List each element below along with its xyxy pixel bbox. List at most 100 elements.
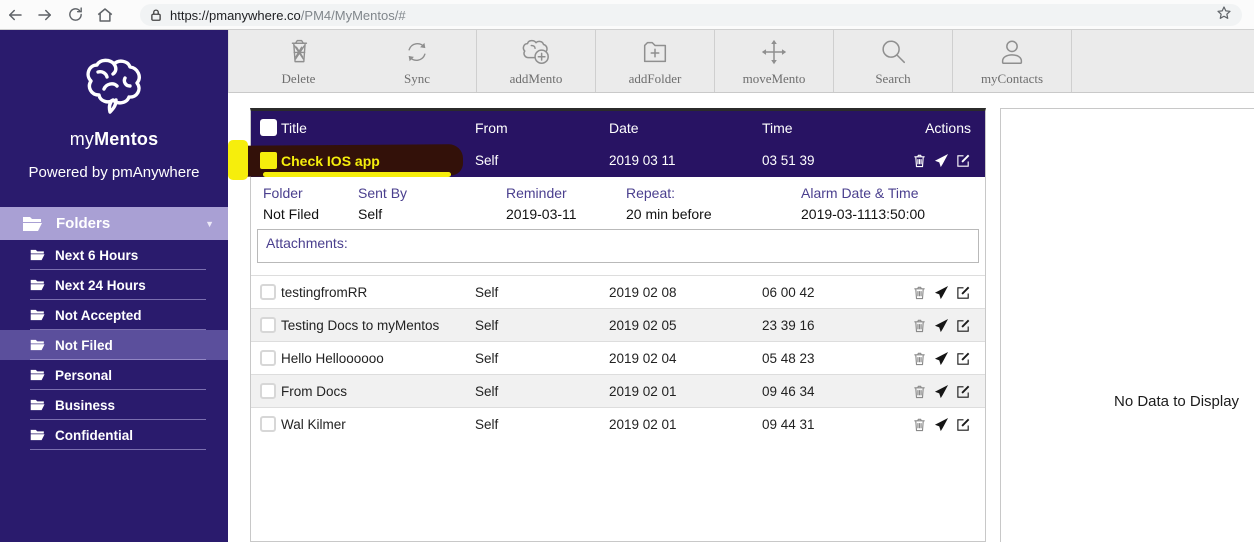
- column-header-from[interactable]: From: [475, 120, 609, 136]
- content-background: [228, 93, 1254, 108]
- my-contacts-button[interactable]: myContacts: [953, 30, 1072, 92]
- sidebar-item-confidential[interactable]: Confidential: [0, 420, 228, 450]
- delete-row-icon[interactable]: [912, 351, 927, 366]
- row-checkbox[interactable]: [260, 383, 276, 399]
- delete-button[interactable]: Delete: [239, 30, 358, 92]
- send-row-icon[interactable]: [934, 153, 949, 168]
- row-from: Self: [475, 351, 609, 366]
- row-checkbox[interactable]: [260, 350, 276, 366]
- sidebar-item-next-6-hours[interactable]: Next 6 Hours: [0, 240, 228, 270]
- folder-icon: [30, 429, 46, 441]
- no-data-message: No Data to Display: [1114, 393, 1239, 410]
- mento-detail-panel: Folder Sent By Reminder Repeat: Alarm Da…: [251, 177, 985, 222]
- table-row-selected[interactable]: Check IOS app Self 2019 03 11 03 51 39: [251, 144, 985, 177]
- row-time: 09 44 31: [762, 417, 901, 432]
- row-time: 06 00 42: [762, 285, 901, 300]
- folder-icon: [30, 369, 46, 381]
- row-title[interactable]: Hello Helloooooo: [281, 351, 475, 366]
- sidebar: myMentos Powered by pmAnywhere Folders ▼…: [0, 30, 228, 542]
- detail-reminder-label: Reminder: [506, 185, 626, 201]
- select-all-checkbox[interactable]: [260, 119, 277, 136]
- send-row-icon[interactable]: [934, 417, 949, 432]
- add-mento-button[interactable]: addMento: [477, 30, 596, 92]
- home-icon[interactable]: [90, 2, 120, 28]
- delete-row-icon[interactable]: [912, 153, 927, 168]
- edit-row-icon[interactable]: [956, 351, 971, 366]
- row-title[interactable]: testingfromRR: [281, 285, 475, 300]
- detail-folder-label: Folder: [263, 185, 358, 201]
- row-checkbox[interactable]: [260, 416, 276, 432]
- column-header-date[interactable]: Date: [609, 120, 762, 136]
- sidebar-item-next-24-hours[interactable]: Next 24 Hours: [0, 270, 228, 300]
- row-time: 05 48 23: [762, 351, 901, 366]
- delete-row-icon[interactable]: [912, 285, 927, 300]
- row-date: 2019 02 04: [609, 351, 762, 366]
- row-date: 2019 02 01: [609, 417, 762, 432]
- reload-icon[interactable]: [60, 2, 90, 28]
- edit-row-icon[interactable]: [956, 318, 971, 333]
- detail-folder-value: Not Filed: [263, 206, 358, 222]
- main-toolbar: Delete Sync addMento addFolder moveMento…: [228, 30, 1254, 93]
- add-mento-brain-icon: [519, 35, 553, 67]
- detail-alarm-label: Alarm Date & Time: [801, 185, 985, 201]
- table-row[interactable]: Hello Helloooooo Self 2019 02 04 05 48 2…: [251, 341, 985, 374]
- edit-row-icon[interactable]: [956, 153, 971, 168]
- bookmark-star-icon[interactable]: [1216, 5, 1232, 26]
- edit-row-icon[interactable]: [956, 285, 971, 300]
- url-text[interactable]: https://pmanywhere.co/PM4/MyMentos/#: [170, 8, 406, 23]
- row-title[interactable]: From Docs: [281, 384, 475, 399]
- send-row-icon[interactable]: [934, 384, 949, 399]
- row-time: 03 51 39: [762, 153, 901, 168]
- app-name: myMentos: [0, 129, 228, 150]
- row-from: Self: [475, 285, 609, 300]
- send-row-icon[interactable]: [934, 318, 949, 333]
- row-title[interactable]: Check IOS app: [281, 153, 475, 169]
- row-title[interactable]: Wal Kilmer: [281, 417, 475, 432]
- folder-icon: [30, 339, 46, 351]
- annotation-yellow-streak: [228, 140, 248, 180]
- sidebar-item-not-accepted[interactable]: Not Accepted: [0, 300, 228, 330]
- column-header-time[interactable]: Time: [762, 120, 901, 136]
- rows-gap: [251, 263, 985, 275]
- row-checkbox[interactable]: [260, 284, 276, 300]
- sidebar-item-not-filed[interactable]: Not Filed: [0, 330, 228, 360]
- table-row[interactable]: Wal Kilmer Self 2019 02 01 09 44 31: [251, 407, 985, 440]
- folders-section-header[interactable]: Folders ▼: [0, 207, 228, 240]
- row-checkbox-selected[interactable]: [260, 152, 277, 169]
- panel-gap: [986, 93, 1000, 542]
- attachments-box: Attachments:: [257, 229, 979, 263]
- delete-row-icon[interactable]: [912, 384, 927, 399]
- detail-repeat-value: 20 min before: [626, 206, 801, 222]
- move-mento-button[interactable]: moveMento: [715, 30, 834, 92]
- move-mento-icon: [759, 35, 789, 67]
- send-row-icon[interactable]: [934, 351, 949, 366]
- row-from: Self: [475, 153, 609, 168]
- address-bar[interactable]: https://pmanywhere.co/PM4/MyMentos/#: [140, 4, 1242, 26]
- row-time: 09 46 34: [762, 384, 901, 399]
- delete-row-icon[interactable]: [912, 318, 927, 333]
- row-checkbox[interactable]: [260, 317, 276, 333]
- search-button[interactable]: Search: [834, 30, 953, 92]
- table-row[interactable]: From Docs Self 2019 02 01 09 46 34: [251, 374, 985, 407]
- add-folder-icon: [640, 35, 670, 67]
- edit-row-icon[interactable]: [956, 384, 971, 399]
- sync-button[interactable]: Sync: [358, 30, 477, 92]
- sidebar-item-personal[interactable]: Personal: [0, 360, 228, 390]
- table-row[interactable]: testingfromRR Self 2019 02 08 06 00 42: [251, 275, 985, 308]
- add-folder-button[interactable]: addFolder: [596, 30, 715, 92]
- delete-row-icon[interactable]: [912, 417, 927, 432]
- column-header-actions: Actions: [901, 120, 985, 136]
- forward-icon[interactable]: [30, 2, 60, 28]
- row-title[interactable]: Testing Docs to myMentos: [281, 318, 475, 333]
- detail-repeat-label: Repeat:: [626, 185, 801, 201]
- row-date: 2019 02 05: [609, 318, 762, 333]
- table-row[interactable]: Testing Docs to myMentos Self 2019 02 05…: [251, 308, 985, 341]
- sidebar-item-business[interactable]: Business: [0, 390, 228, 420]
- folder-list: Next 6 Hours Next 24 Hours Not Accepted …: [0, 240, 228, 450]
- edit-row-icon[interactable]: [956, 417, 971, 432]
- folder-icon: [30, 309, 46, 321]
- send-row-icon[interactable]: [934, 285, 949, 300]
- back-icon[interactable]: [0, 2, 30, 28]
- column-header-title[interactable]: Title: [281, 120, 475, 136]
- folder-open-icon: [22, 216, 44, 232]
